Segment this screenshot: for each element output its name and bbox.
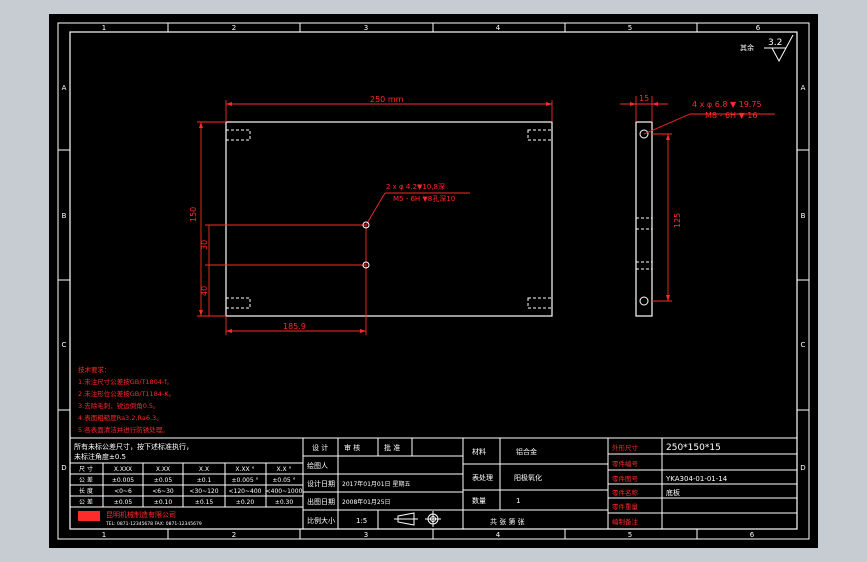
zone-top-6: 6 — [756, 24, 761, 32]
tolerance-header-2: 未标注角度±0.5 — [74, 452, 126, 461]
zone-bottom-1: 1 — [102, 531, 106, 539]
tolerance-cell: 长 度 — [79, 487, 93, 495]
company-contact: TEL: 0871-12345678 FAX: 0871-12345679 — [105, 521, 202, 527]
front-callout-line2: M5 - 6H ▼8孔深10 — [393, 194, 455, 203]
company-name: 昆明机械制造有限公司 — [106, 510, 176, 519]
tolerance-cell: 公 差 — [79, 498, 93, 506]
tolerance-cell: <120~400 — [229, 488, 262, 495]
dim-40-text: 40 — [200, 286, 209, 296]
tolerance-cell: <0~6 — [114, 488, 132, 495]
tb-surface-value: 阳极氧化 — [514, 473, 542, 482]
dim-width-text: 250 mm — [370, 95, 404, 104]
tb-qty-value: 1 — [516, 497, 520, 505]
notes-title: 技术要求： — [78, 365, 111, 374]
tb-surface-label: 表处理 — [472, 473, 493, 482]
zone-left-b: B — [62, 212, 67, 220]
roughness-label: 其余 — [740, 43, 754, 52]
zone-right-a: A — [801, 84, 806, 92]
tb-print-date-label: 出图日期 — [307, 497, 335, 506]
zone-top-3: 3 — [364, 24, 368, 32]
roughness-value: 3.2 — [768, 38, 782, 48]
tb-part-name-value: 底板 — [666, 488, 680, 497]
tolerance-cell: ±0.15 — [195, 499, 214, 506]
front-callout-line1: 2 x φ 4.2▼10,8深 — [386, 182, 445, 191]
tolerance-cell: ±0.30 — [275, 499, 294, 506]
tb-scale-value: 1:5 — [356, 517, 367, 525]
tolerance-cell: <400~1000 — [266, 488, 303, 495]
tolerance-cell: <30~120 — [189, 488, 218, 495]
zone-left-d: D — [61, 464, 66, 472]
zone-left-c: C — [62, 341, 67, 349]
tolerance-cell: ±0.005 — [112, 477, 134, 484]
tb-designer-label: 绘图人 — [307, 461, 328, 470]
tb-print-date: 2008年01月25日 — [342, 498, 391, 506]
dim-185-text: 185.9 — [283, 322, 306, 331]
tb-notes-label: 编制备注 — [612, 517, 639, 526]
tolerance-cell: ±0.10 — [154, 499, 173, 506]
side-dim-15-text: 15 — [639, 94, 649, 103]
tb-part-name-label: 零件名称 — [612, 488, 639, 497]
tb-approve-label: 批 准 — [384, 443, 400, 452]
tb-design-date-label: 设计日期 — [307, 479, 335, 488]
zone-bottom-5: 5 — [628, 531, 632, 539]
tb-review-label: 审 核 — [344, 443, 360, 452]
company-logo — [78, 511, 100, 521]
tolerance-cell: ±0.05 — [154, 477, 173, 484]
side-dim-125-text: 125 — [673, 213, 682, 228]
tolerance-cell: ±0.05 — [114, 499, 133, 506]
tolerance-cell: X.XX ° — [235, 466, 254, 473]
zone-top-4: 4 — [496, 24, 501, 32]
tb-qty-label: 数量 — [472, 496, 486, 505]
zone-top-1: 1 — [102, 24, 106, 32]
tb-weight-label: 零件重量 — [612, 502, 639, 511]
tolerance-cell: 公 差 — [79, 476, 93, 484]
notes-line-3: 3.去除毛刺，锐边倒角0.5。 — [78, 401, 160, 410]
tb-sheet-text: 共 张 第 张 — [490, 517, 525, 526]
tolerance-cell: X.XXX — [114, 466, 132, 473]
side-callout-line2: M8 - 6H ▼ 16 — [705, 111, 758, 120]
zone-bottom-3: 3 — [364, 531, 368, 539]
tolerance-cell: <6~30 — [152, 488, 174, 495]
notes-line-2: 2.未注形位公差按GB/T1184-K。 — [78, 389, 175, 398]
tolerance-cell: ±0.1 — [197, 477, 212, 484]
zone-top-2: 2 — [232, 24, 236, 32]
notes-line-1: 1.未注尺寸公差按GB/T1804-f。 — [78, 377, 173, 386]
cad-drawing-sheet: 1 2 3 4 5 6 1 2 3 4 5 6 A B C D A B C D … — [49, 14, 818, 548]
zone-right-d: D — [800, 464, 805, 472]
notes-line-5: 5.各表面清洁并进行防锈处理。 — [78, 425, 169, 434]
tb-dims-label: 外形尺寸 — [612, 443, 639, 452]
dim-30-text: 30 — [200, 240, 209, 250]
notes-line-4: 4.表面粗糙度Ra3.2,Ra6.3。 — [78, 413, 163, 422]
tolerance-cell: ±0.05 ° — [272, 477, 295, 484]
tb-design-date: 2017年01月01日 星期五 — [342, 480, 410, 488]
tb-part-no-value: YKA304-01-01-14 — [665, 475, 728, 483]
tb-part-no-label: 零件图号 — [612, 474, 639, 483]
zone-left-a: A — [62, 84, 67, 92]
zone-right-b: B — [801, 212, 806, 220]
tolerance-cell: 尺 寸 — [79, 465, 93, 473]
zone-top-5: 5 — [628, 24, 632, 32]
tb-material-value: 铝合金 — [516, 447, 537, 456]
zone-bottom-2: 2 — [232, 531, 236, 539]
tb-dims-value: 250*150*15 — [666, 443, 721, 453]
tolerance-cell: ±0.20 — [236, 499, 255, 506]
zone-bottom-6: 6 — [750, 531, 755, 539]
zone-bottom-4: 4 — [496, 531, 501, 539]
tb-design-label: 设 计 — [312, 443, 328, 452]
tolerance-cell: X.X ° — [276, 466, 291, 473]
side-callout-line1: 4 x φ 6.8 ▼ 19.75 — [692, 100, 762, 109]
tolerance-header-1: 所有未标公差尺寸，按下述标准执行， — [74, 442, 193, 451]
tolerance-cell: X.X — [199, 466, 209, 473]
tb-material-label: 材料 — [472, 447, 486, 456]
tb-scale-label: 比例大小 — [307, 516, 335, 525]
tb-part-code-label: 零件编号 — [612, 459, 639, 468]
tolerance-cell: ±0.005 ° — [231, 477, 258, 484]
zone-right-c: C — [801, 341, 806, 349]
dim-height-text: 150 — [189, 207, 198, 222]
tolerance-cell: X.XX — [156, 466, 170, 473]
